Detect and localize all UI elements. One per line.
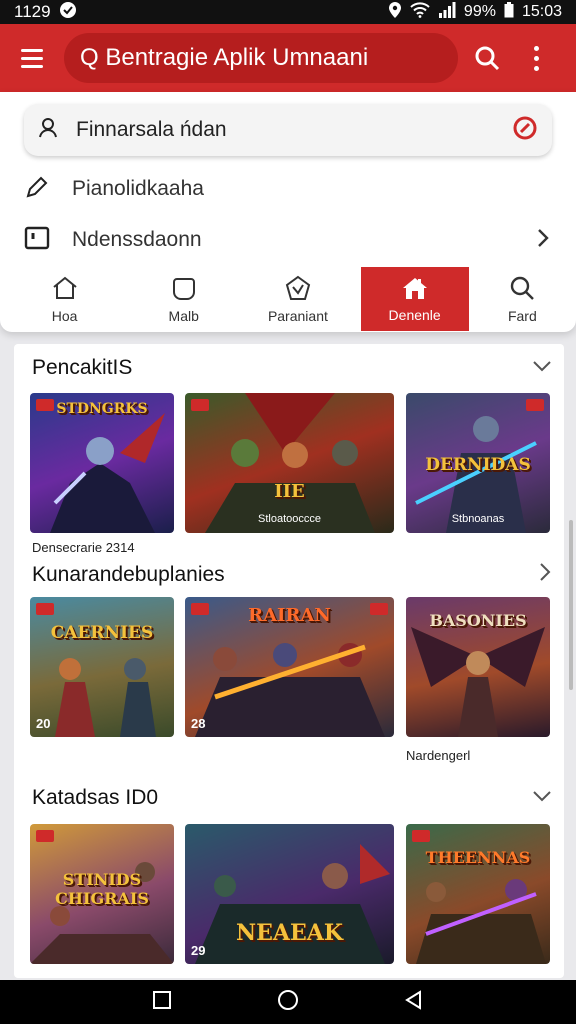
signal-icon: [438, 1, 456, 23]
tab-label: Paraniant: [267, 307, 328, 324]
status-bar: 1129 99% 15:03: [0, 0, 576, 24]
chevron-right-icon[interactable]: [534, 227, 552, 254]
battery-level: 99%: [463, 3, 496, 20]
card-number: 29: [191, 943, 206, 958]
more-options-icon[interactable]: [516, 45, 556, 71]
tab-label: Denenle: [388, 306, 441, 323]
recents-icon[interactable]: [152, 990, 172, 1015]
section-title: Katadsas ID0: [32, 786, 159, 809]
card-title: IIE: [274, 481, 305, 502]
tab-denenle[interactable]: Denenle: [360, 267, 469, 331]
system-nav-bar: [0, 980, 576, 1024]
scrollbar[interactable]: [569, 520, 573, 690]
section-header[interactable]: PencakitIS: [32, 356, 552, 380]
game-card[interactable]: THEENNAS: [406, 824, 550, 964]
card-subtitle: Stloatooccce: [258, 513, 321, 525]
suggestion-item-2-label: Ndenssdaonn: [72, 228, 202, 251]
shield-icon: [172, 275, 196, 304]
frame-icon: [24, 225, 50, 256]
card-title: NEAEAK: [236, 920, 343, 946]
section-header[interactable]: Kunarandebuplanies: [32, 562, 552, 587]
home-icon: [51, 275, 79, 304]
suggestion-item-2[interactable]: Ndenssdaonn: [24, 216, 552, 264]
pencil-icon: [24, 174, 50, 205]
tab-malb[interactable]: Malb: [129, 267, 238, 331]
card-title: THEENNAS: [425, 848, 531, 867]
chevron-down-icon[interactable]: [532, 359, 552, 378]
battery-icon: [504, 1, 514, 23]
search-icon: [509, 275, 535, 304]
game-card[interactable]: CAERNIES 20: [30, 597, 174, 737]
chevron-right-icon[interactable]: [538, 562, 552, 587]
suggestion-search-input[interactable]: Finnarsala ńdan: [24, 104, 552, 156]
card-title: RAIRAN: [248, 605, 331, 626]
card-title: STDNGRKS: [56, 401, 148, 417]
badge-icon: [284, 275, 312, 304]
tab-label: Fard: [507, 307, 537, 324]
card-title: DERNIDAS: [425, 455, 531, 475]
search-icon[interactable]: [458, 24, 516, 92]
person-icon: [38, 116, 62, 145]
section-caption: Nardengerl: [406, 748, 471, 763]
back-icon[interactable]: [404, 989, 424, 1015]
status-time-left: 1129: [14, 2, 51, 21]
section-caption: Densecrarie 2314: [32, 540, 135, 555]
tab-fard[interactable]: Fard: [469, 267, 576, 331]
game-card[interactable]: STDNGRKS: [30, 393, 174, 533]
chevron-down-icon[interactable]: [532, 789, 552, 808]
section-header[interactable]: Katadsas ID0: [32, 786, 552, 810]
card-title: CAERNIES: [50, 623, 154, 643]
game-card[interactable]: NEAEAK 29: [185, 824, 394, 964]
suggestion-panel: Finnarsala ńdan Pianolidkaaha Ndenssdaon…: [0, 92, 576, 332]
hamburger-menu-icon[interactable]: [0, 24, 64, 92]
app-search-text: Q Bentragie Aplik Umnaani: [80, 44, 369, 71]
game-card[interactable]: IIE Stloatooccce: [185, 393, 394, 533]
tab-bar: Hoa Malb Paraniant Denenle Fard: [0, 267, 576, 331]
section-title: PencakitIS: [32, 356, 133, 379]
warrior-art: [406, 824, 550, 964]
game-card[interactable]: DERNIDAS Stbnoanas: [406, 393, 550, 533]
tab-paraniant[interactable]: Paraniant: [238, 267, 357, 331]
content-list: PencakitIS STDNGRKS IIE Stloatooccce DER…: [14, 344, 564, 978]
game-card[interactable]: RAIRAN 28: [185, 597, 394, 737]
suggestion-input-text: Finnarsala ńdan: [76, 118, 227, 141]
clear-icon[interactable]: [512, 115, 538, 146]
suggestion-item-1-label: Pianolidkaaha: [72, 177, 204, 200]
warrior-art: [30, 597, 174, 737]
card-subtitle: Stbnoanas: [451, 513, 505, 525]
card-row: CAERNIES 20 RAIRAN 28 BASONIES: [30, 597, 550, 737]
card-number: 28: [191, 716, 206, 731]
game-card[interactable]: BASONIES: [406, 597, 550, 737]
card-row: STDNGRKS IIE Stloatooccce DERNIDAS Stbno…: [30, 393, 550, 533]
suggestion-item-1[interactable]: Pianolidkaaha: [24, 165, 552, 213]
tab-label: Malb: [168, 307, 199, 324]
card-title: STINIDS CHIGRAIS: [55, 870, 149, 908]
tab-hoa[interactable]: Hoa: [0, 267, 129, 331]
status-time-right: 15:03: [521, 3, 562, 20]
home-button-icon[interactable]: [277, 989, 299, 1016]
wifi-icon: [410, 1, 430, 23]
card-number: 20: [36, 716, 51, 731]
warrior-art: [185, 393, 394, 533]
card-title: BASONIES: [429, 611, 527, 630]
app-bar: Q Bentragie Aplik Umnaani: [0, 24, 576, 92]
location-icon: [388, 1, 402, 24]
section-title: Kunarandebuplanies: [32, 562, 225, 586]
check-circle-icon: [59, 1, 77, 24]
game-card[interactable]: STINIDS CHIGRAIS: [30, 824, 174, 964]
app-search-field[interactable]: Q Bentragie Aplik Umnaani: [64, 33, 458, 83]
tab-label: Hoa: [51, 307, 78, 324]
house-icon: [401, 276, 429, 303]
card-row: STINIDS CHIGRAIS NEAEAK 29 THEENNAS: [30, 824, 550, 964]
